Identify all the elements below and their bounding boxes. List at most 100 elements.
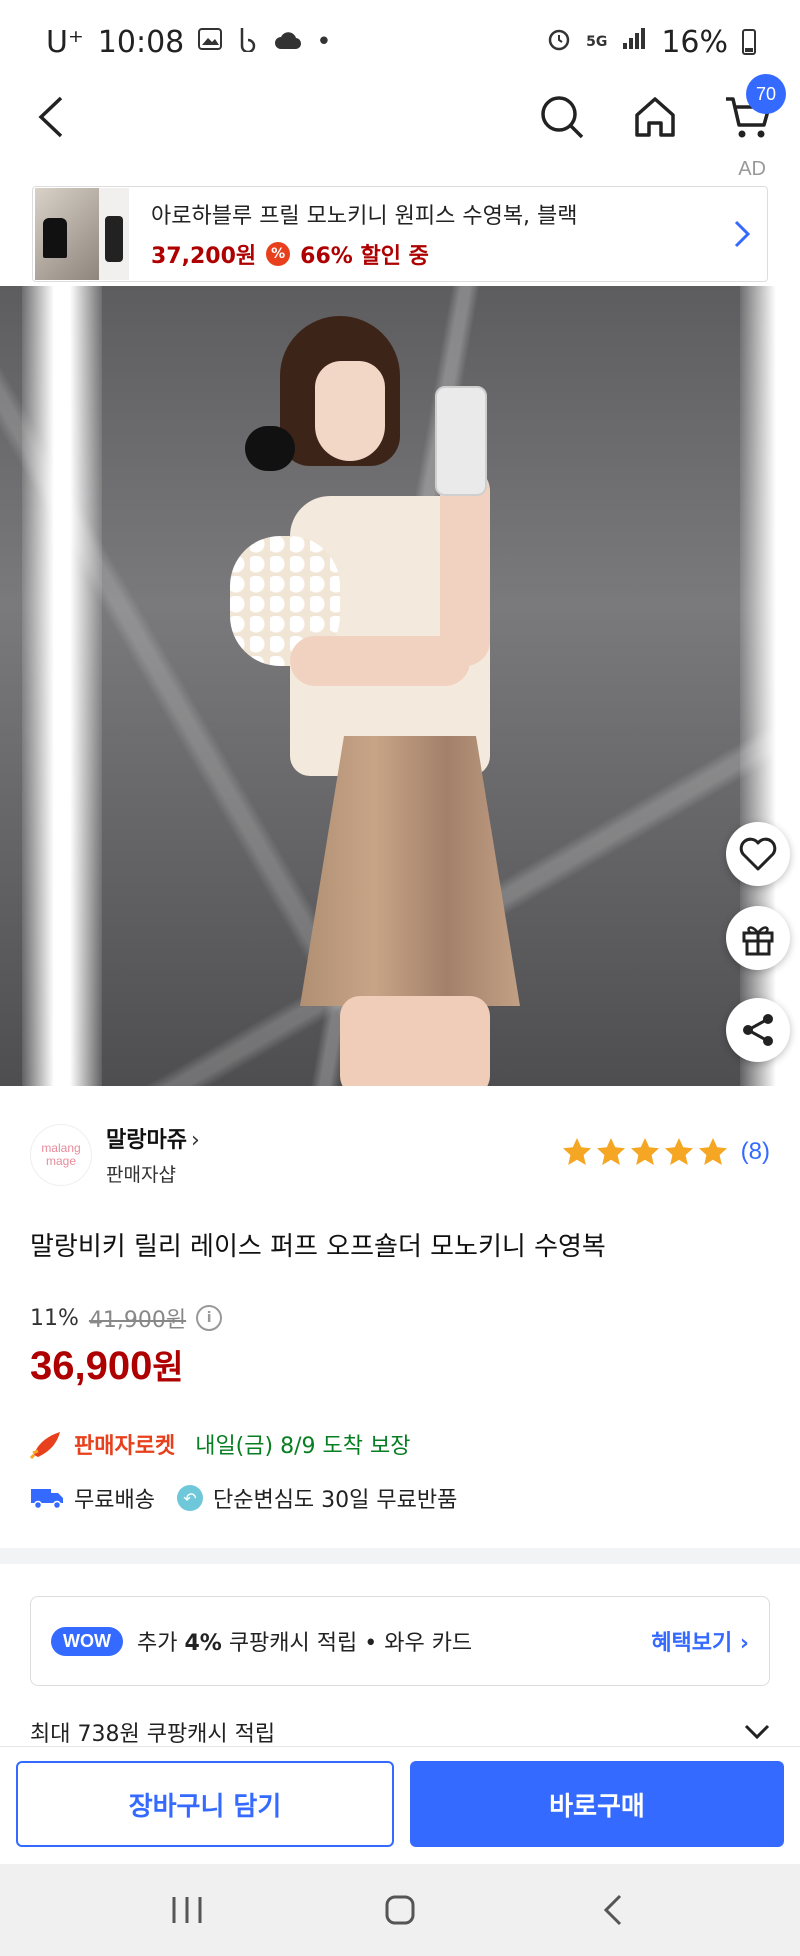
model-face	[315, 361, 385, 461]
review-count: (8)	[740, 1138, 770, 1165]
star-icon	[562, 1138, 591, 1165]
home-nav-button[interactable]	[360, 1880, 440, 1940]
home-button[interactable]	[615, 72, 695, 162]
section-divider	[0, 1548, 800, 1564]
search-button[interactable]	[522, 72, 602, 162]
top-nav: 70	[0, 72, 800, 162]
ad-banner[interactable]: 아로하블루 프릴 모노키니 원피스 수영복, 블랙 37,200원 % 66% …	[32, 186, 768, 282]
back-button[interactable]	[10, 72, 90, 162]
chevron-right-icon: ›	[190, 1128, 200, 1153]
seller-section: malang mage 말랑마쥬 › 판매자샵 (8)	[30, 1116, 770, 1192]
ad-discount: 66% 할인 중	[300, 244, 429, 269]
star-icon	[664, 1138, 693, 1165]
free-shipping-label: 무료배송	[74, 1488, 155, 1513]
view-benefits-link[interactable]: 혜택보기 ›	[651, 1625, 749, 1657]
dot-icon: •	[316, 27, 332, 57]
rocket-delivery-label: 판매자로켓	[74, 1434, 176, 1459]
cashback-text: 최대 738원 쿠팡캐시 적립	[30, 1722, 276, 1747]
discount-percent-icon: %	[266, 242, 291, 266]
add-to-cart-button[interactable]: 장바구니 담기	[16, 1761, 394, 1847]
cart-button[interactable]: 70	[708, 72, 788, 162]
wow-benefit-box[interactable]: WOW 추가 4% 쿠팡캐시 적립 • 와우 카드 혜택보기 ›	[30, 1596, 770, 1686]
ad-price-row: 37,200원 % 66% 할인 중	[151, 238, 717, 270]
sale-price: 36,900원	[30, 1340, 222, 1389]
recent-apps-icon	[172, 1897, 202, 1923]
status-time: 10:08	[97, 24, 185, 60]
pleated-skirt	[300, 736, 520, 1006]
gallery-icon	[198, 27, 223, 57]
wow-text-suffix: 쿠팡캐시 적립 • 와우 카드	[221, 1631, 473, 1656]
seller-logo[interactable]: malang mage	[30, 1124, 92, 1186]
ad-label: AD	[738, 158, 766, 180]
original-price: 41,900원	[88, 1308, 187, 1333]
app-b-icon	[236, 26, 260, 59]
light-strip	[22, 286, 102, 1086]
network-5g-icon: 5G	[586, 34, 608, 50]
seller-name-link[interactable]: 말랑마쥬 ›	[106, 1122, 200, 1154]
alarm-icon	[546, 26, 572, 59]
carrier-label: U⁺	[46, 24, 84, 60]
cashback-row[interactable]: 최대 738원 쿠팡캐시 적립	[30, 1716, 770, 1748]
ad-title: 아로하블루 프릴 모노키니 원피스 수영복, 블랙	[151, 204, 578, 229]
model-arm-crossed	[290, 636, 470, 686]
product-title: 말랑비키 릴리 레이스 퍼프 오프숄더 모노키니 수영복	[30, 1232, 606, 1262]
search-icon	[541, 96, 584, 139]
home-icon	[635, 97, 675, 137]
rating[interactable]: (8)	[561, 1136, 770, 1168]
status-left: U⁺ 10:08 •	[46, 25, 332, 60]
android-nav-bar	[0, 1864, 800, 1956]
cloud-icon	[274, 27, 302, 57]
model-legs	[340, 996, 490, 1086]
model-figure	[230, 306, 590, 1086]
wow-text: 추가 4% 쿠팡캐시 적립 • 와우 카드	[137, 1625, 472, 1657]
ad-product-image	[35, 188, 99, 280]
sale-price-number: 36,900	[30, 1344, 153, 1388]
battery-percent: 16%	[661, 24, 728, 60]
model-phone	[435, 386, 487, 496]
rocket-icon	[30, 1432, 60, 1459]
price-block: 11% 41,900원 i 36,900원	[30, 1302, 223, 1389]
status-right: 5G 16%	[546, 25, 756, 60]
shipping-row: 무료배송 ↶ 단순변심도 30일 무료반품	[30, 1482, 457, 1514]
wow-text-prefix: 추가	[136, 1631, 185, 1656]
model-scrunchie	[245, 426, 295, 471]
recent-apps-button[interactable]	[147, 1880, 227, 1940]
back-arrow-icon	[604, 1894, 622, 1926]
wishlist-button[interactable]	[726, 822, 790, 886]
bottom-action-bar: 장바구니 담기 바로구매	[0, 1746, 800, 1864]
wow-percent: 4%	[184, 1631, 222, 1656]
signal-icon	[621, 27, 647, 58]
info-icon[interactable]: i	[196, 1305, 223, 1331]
seller-shop-label: 판매자샵	[106, 1164, 176, 1186]
discount-rate: 11%	[30, 1305, 79, 1331]
seller-logo-text-2: mage	[45, 1154, 77, 1168]
gift-icon	[742, 926, 774, 956]
sale-price-unit: 원	[152, 1348, 184, 1388]
wow-badge: WOW	[51, 1626, 123, 1656]
chevron-right-icon	[734, 220, 751, 248]
free-return-label: 단순변심도 30일 무료반품	[212, 1488, 458, 1513]
gift-button[interactable]	[726, 906, 790, 970]
ad-text: 아로하블루 프릴 모노키니 원피스 수영복, 블랙 37,200원 % 66% …	[151, 198, 717, 270]
chevron-left-icon	[38, 96, 63, 138]
discount-row: 11% 41,900원 i	[30, 1302, 223, 1334]
delivery-row: 판매자로켓 내일(금) 8/9 도착 보장	[30, 1428, 410, 1460]
share-icon	[743, 1014, 773, 1046]
share-button[interactable]	[726, 998, 790, 1062]
arrival-guarantee: 내일(금) 8/9 도착 보장	[195, 1434, 411, 1459]
ad-chevron	[717, 219, 767, 249]
star-icon	[630, 1138, 659, 1165]
product-image[interactable]	[0, 286, 800, 1086]
home-circle-icon	[385, 1895, 415, 1925]
ad-product-image-2	[99, 188, 129, 280]
heart-icon	[739, 837, 777, 871]
star-icon	[698, 1138, 727, 1165]
truck-icon	[31, 1489, 63, 1509]
ad-price: 37,200원	[151, 244, 257, 269]
star-icon	[596, 1138, 625, 1165]
battery-icon	[742, 29, 756, 55]
return-icon: ↶	[176, 1485, 203, 1511]
back-nav-button[interactable]	[573, 1880, 653, 1940]
seller-name: 말랑마쥬	[106, 1128, 187, 1153]
buy-now-button[interactable]: 바로구매	[410, 1761, 784, 1847]
